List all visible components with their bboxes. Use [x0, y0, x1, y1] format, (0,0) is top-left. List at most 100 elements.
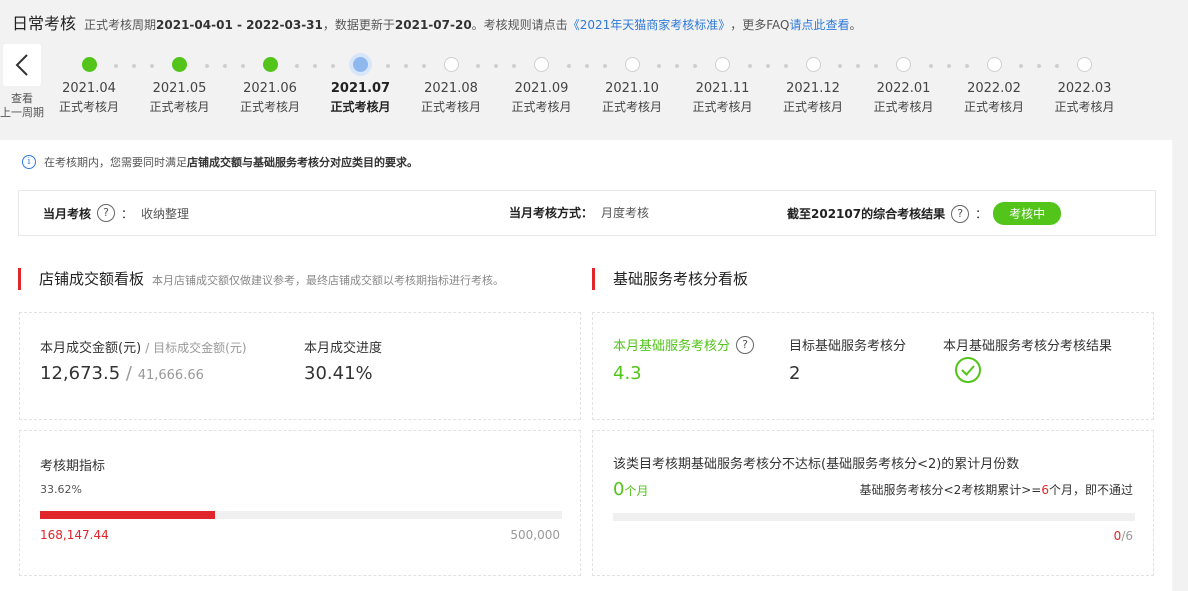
target-amount-value: 41,666.66: [137, 368, 204, 383]
rule-standard-link[interactable]: 《2021年天猫商家考核标准》: [568, 16, 731, 33]
update-date: 2021-07-20: [394, 18, 472, 32]
timeline-label: 正式考核月: [239, 100, 300, 114]
sales-section-title: 店铺成交额看板 本月店铺成交额仅做建议参考，最终店铺成交额以考核期指标进行考核。: [18, 268, 504, 290]
timeline-label: 正式考核月: [1054, 100, 1115, 114]
section-marker: [592, 268, 595, 290]
period-percent: 33.62%: [40, 483, 82, 496]
timeline-item-2022-03[interactable]: 2022.03 正式考核月: [1040, 50, 1130, 115]
timeline-item-2021-05[interactable]: 2021.05 正式考核月: [135, 50, 225, 115]
overall-result: 截至202107的综合考核结果 ? ： 考核中: [787, 202, 1062, 225]
check-icon: [955, 357, 981, 383]
faq-prefix: ，更多FAQ: [730, 18, 790, 32]
notice-bold: 店铺成交额与基础服务考核分对应类目的要求。: [187, 156, 418, 169]
sales-subtitle: 本月店铺成交额仅做建议参考，最终店铺成交额以考核期指标进行考核。: [152, 274, 505, 287]
timeline-connector-dot: [204, 64, 209, 68]
progress-value: 30.41%: [304, 363, 373, 384]
faq-link[interactable]: 请点此查看: [789, 16, 849, 33]
help-icon[interactable]: ?: [736, 335, 755, 354]
status-dot: [624, 57, 640, 72]
amount-value-row: 12,673.5 / 41,666.66: [40, 363, 204, 384]
timeline-label: 正式考核月: [58, 100, 119, 114]
timeline-item-2021-08[interactable]: 2021.08 正式考核月: [406, 50, 496, 115]
timeline-label: 正式考核月: [330, 100, 391, 114]
assessment-method: 当月考核方式： 月度考核: [509, 204, 649, 221]
timeline-label: 正式考核月: [782, 100, 843, 114]
update-prefix: ，数据更新于: [322, 18, 395, 32]
prev-period-label[interactable]: 查看 上一周期: [0, 92, 44, 120]
help-icon[interactable]: ?: [951, 204, 970, 223]
service-monthly-card: 本月基础服务考核分 ? 4.3 目标基础服务考核分 2 本月基础服务考核分考核结…: [592, 312, 1154, 420]
timeline-label: 正式考核月: [420, 100, 481, 114]
timeline-item-2022-02[interactable]: 2022.02 正式考核月: [949, 50, 1039, 115]
prev-period-button[interactable]: [3, 44, 41, 86]
timeline-month: 2021.12: [786, 81, 840, 96]
fail-progress-text: 0/6: [1113, 529, 1133, 543]
notice-text: 在考核期内，您需要同时满足: [44, 156, 187, 169]
status-dot: [172, 57, 187, 72]
sales-title: 店铺成交额看板: [39, 270, 145, 288]
amount-slash: /: [125, 363, 132, 384]
status-dot: [534, 57, 549, 72]
info-icon: i: [22, 155, 36, 169]
timeline-month: 2021.06: [243, 81, 297, 96]
target-score-label: 目标基础服务考核分: [789, 339, 907, 354]
summary-bar: 当月考核 ? ： 收纳整理 当月考核方式： 月度考核 截至202107的综合考核…: [18, 190, 1156, 236]
score-result-label: 本月基础服务考核分考核结果: [943, 339, 1113, 354]
timeline-item-2021-10[interactable]: 2021.10 正式考核月: [587, 50, 677, 115]
timeline-item-2021-06[interactable]: 2021.06 正式考核月: [225, 50, 315, 115]
score-value: 4.3: [613, 363, 642, 384]
monthly-label: 当月考核: [43, 206, 92, 221]
service-title: 基础服务考核分看板: [613, 270, 749, 288]
timeline-label: 正式考核月: [963, 100, 1024, 114]
score-label-row: 本月基础服务考核分 ?: [613, 335, 760, 354]
amount-label: 本月成交金额(元): [40, 341, 142, 356]
fail-months-row: 0个月: [613, 479, 648, 500]
result-label: 截至202107的综合考核结果: [787, 207, 946, 221]
timeline-month: 2021.08: [424, 81, 478, 96]
fail-rule: 基础服务考核分<2考核期累计>=6个月，即不通过: [859, 483, 1133, 497]
score-label: 本月基础服务考核分: [613, 339, 731, 354]
period-progress-bar: [40, 511, 562, 519]
service-section-title: 基础服务考核分看板: [592, 268, 748, 290]
rule-prefix: 。考核规则请点击: [471, 18, 568, 32]
fail-progress-bar: [613, 513, 1135, 521]
timeline-connector-dot: [747, 64, 752, 68]
help-icon[interactable]: ?: [97, 204, 116, 222]
period-current: 168,147.44: [40, 528, 109, 542]
timeline-item-2021-07[interactable]: 2021.07 正式考核月: [316, 50, 406, 115]
status-dot: [715, 57, 730, 72]
timeline-item-2021-12[interactable]: 2021.12 正式考核月: [768, 50, 858, 115]
monthly-value: 收纳整理: [141, 206, 190, 221]
target-amount-label: / 目标成交金额(元): [145, 341, 247, 355]
timeline-item-2021-09[interactable]: 2021.09 正式考核月: [497, 50, 587, 115]
timeline-month: 2021.07: [330, 81, 391, 96]
timeline-label: 正式考核月: [692, 100, 753, 114]
timeline-item-2022-01[interactable]: 2022.01 正式考核月: [859, 50, 949, 115]
fail-months-unit: 个月: [624, 484, 649, 498]
section-marker: [18, 268, 21, 290]
fail-months-value: 0: [613, 479, 625, 500]
fail-months-label: 该类目考核期基础服务考核分不达标(基础服务考核分<2)的累计月份数: [613, 457, 1020, 472]
timeline-label: 正式考核月: [511, 100, 572, 114]
amount-value: 12,673.5: [40, 363, 121, 384]
sales-period-card: 考核期指标 33.62% 168,147.44 500,000: [19, 430, 581, 576]
chevron-left-icon: [15, 54, 28, 76]
monthly-assessment: 当月考核 ? ： 收纳整理: [43, 204, 189, 222]
period-progress-fill: [40, 511, 216, 519]
monthly-colon: ：: [121, 206, 134, 221]
method-label: 当月考核方式：: [509, 206, 594, 220]
timeline-label: 正式考核月: [873, 100, 934, 114]
notice: i 在考核期内，您需要同时满足 店铺成交额与基础服务考核分对应类目的要求。: [22, 154, 418, 170]
status-dot: [986, 57, 1002, 72]
sales-monthly-card: 本月成交金额(元) / 目标成交金额(元) 12,673.5 / 41,666.…: [19, 312, 581, 420]
status-dot: [1077, 57, 1092, 72]
timeline-item-2021-11[interactable]: 2021.11 正式考核月: [678, 50, 768, 115]
timeline-month: 2022.02: [967, 81, 1021, 96]
period-range: 2021-04-01 - 2022-03-31: [156, 18, 323, 32]
status-dot: [443, 57, 459, 72]
timeline-item-2021-04[interactable]: 2021.04 正式考核月: [44, 50, 134, 115]
timeline-month: 2021.10: [605, 81, 659, 96]
timeline-label: 正式考核月: [601, 100, 662, 114]
status-dot: [896, 57, 911, 72]
service-period-card: 该类目考核期基础服务考核分不达标(基础服务考核分<2)的累计月份数 0个月 基础…: [592, 430, 1154, 576]
